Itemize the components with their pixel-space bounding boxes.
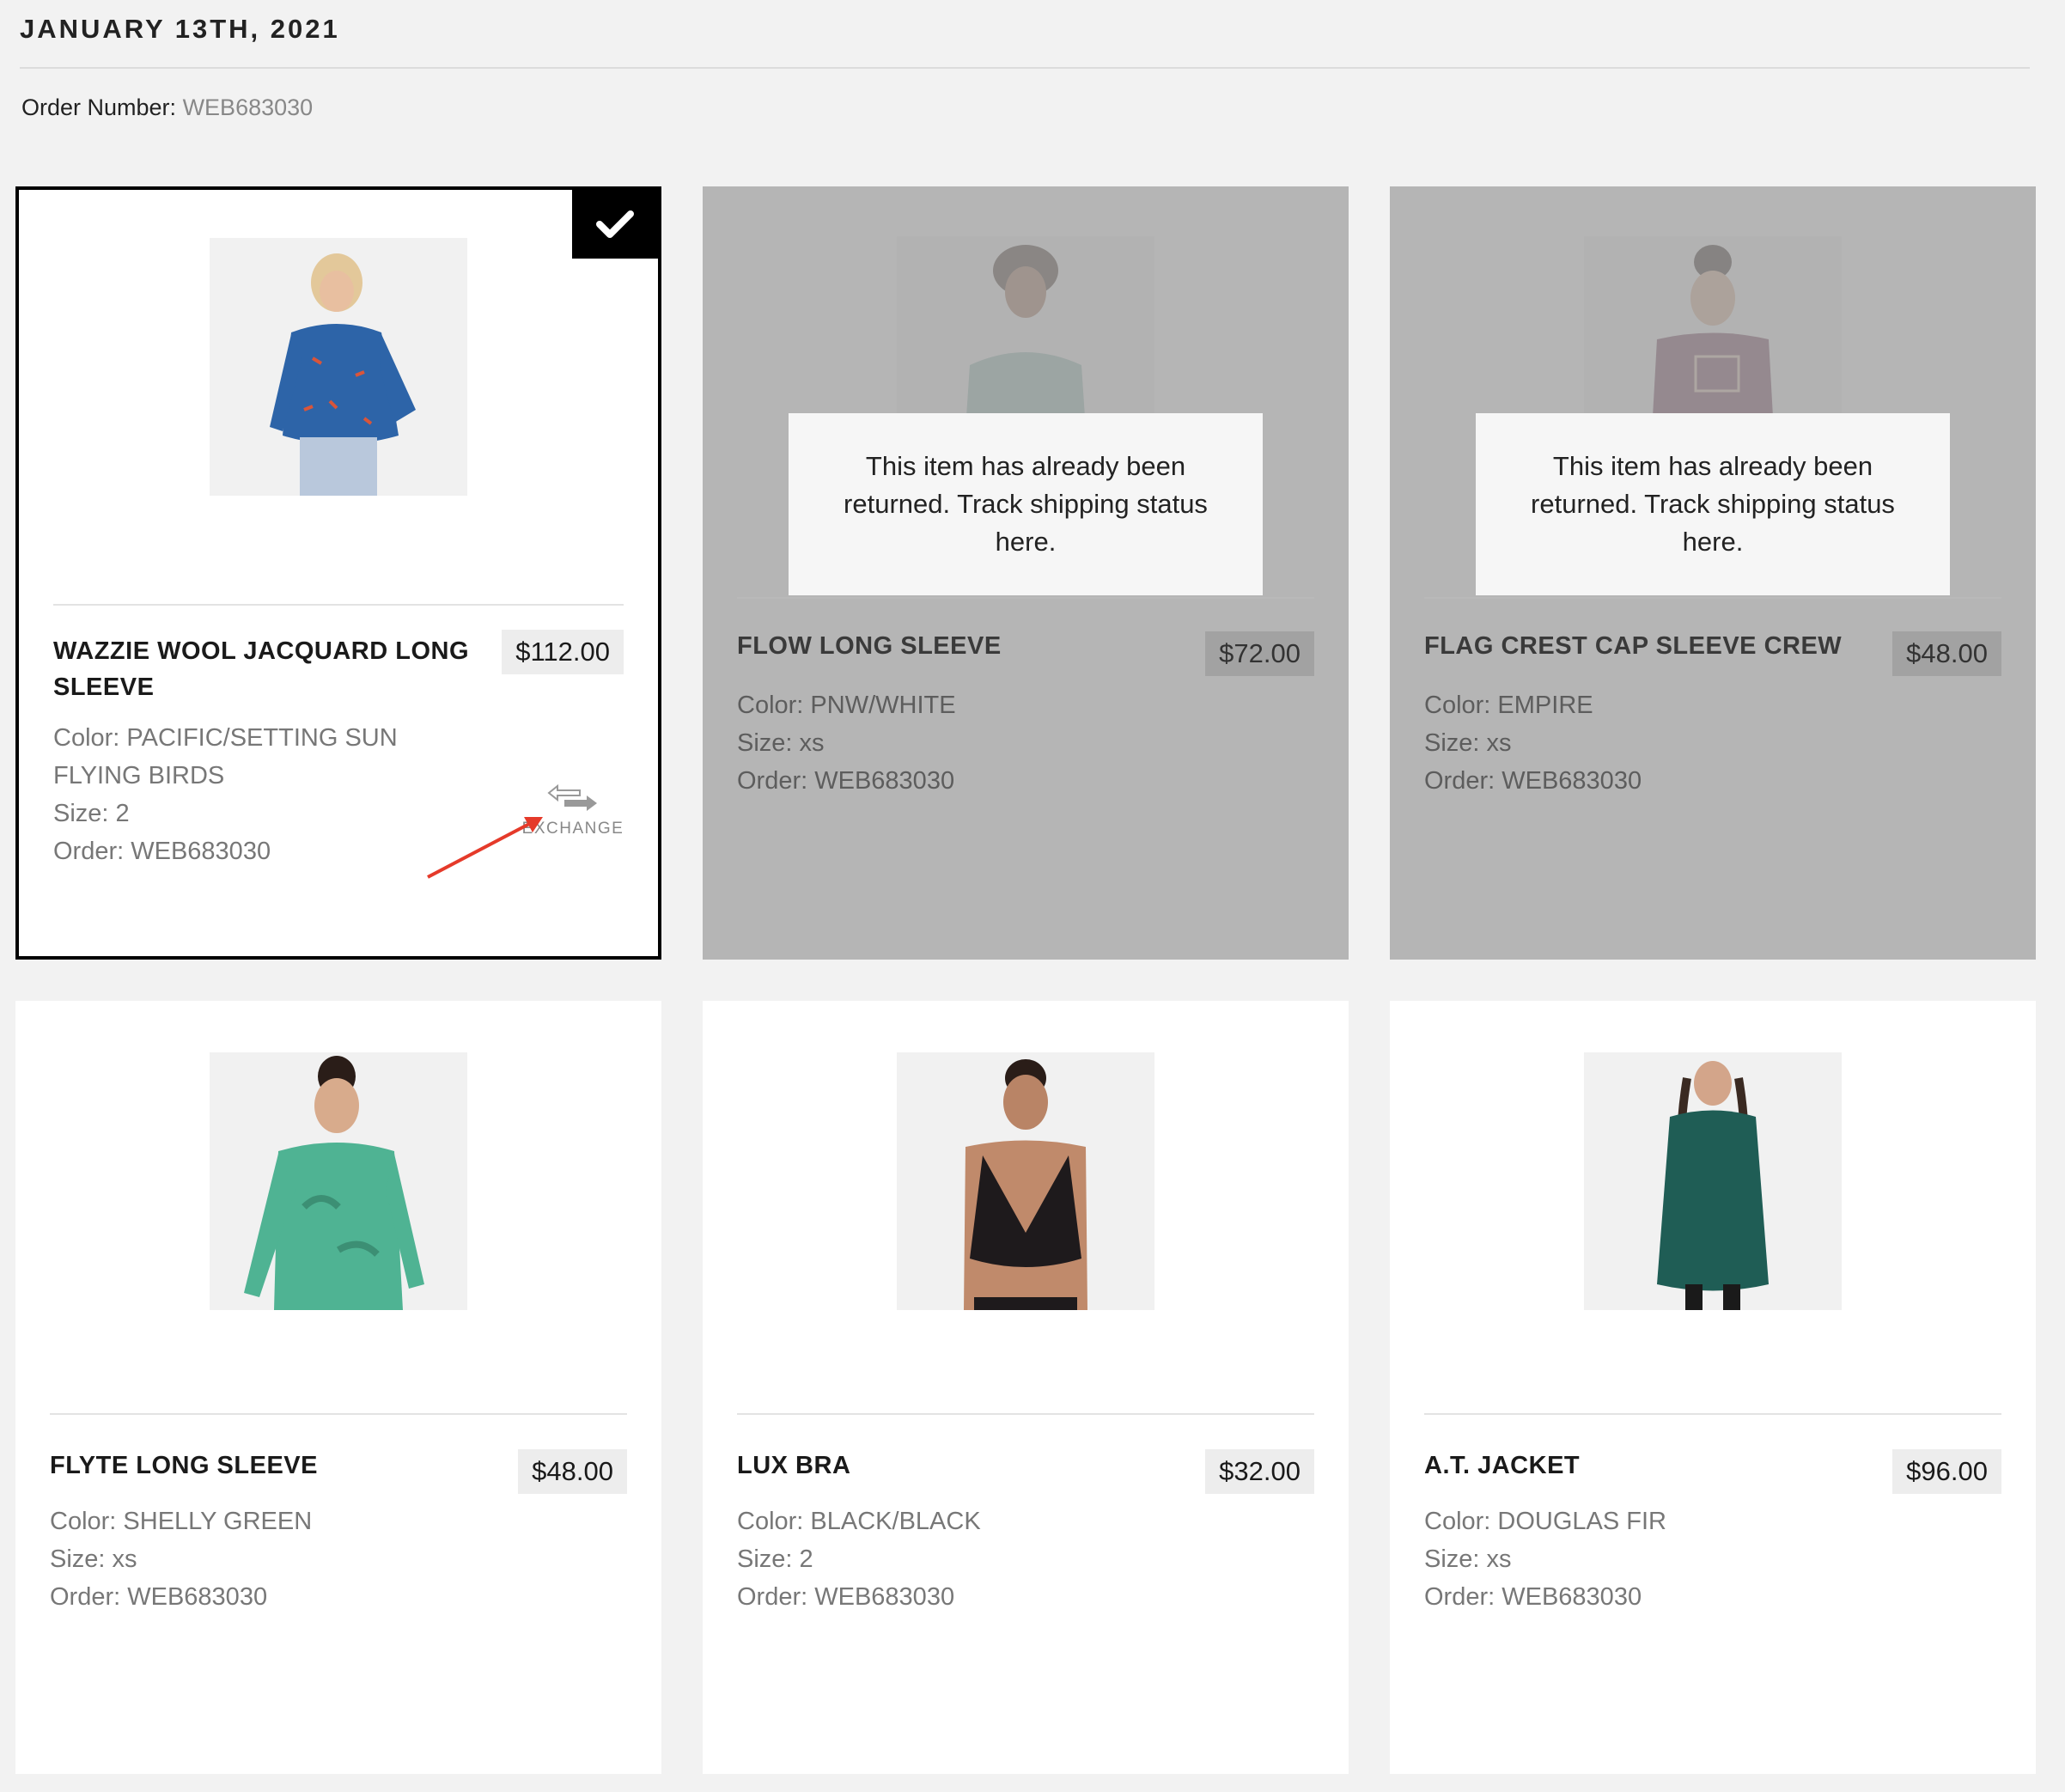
product-order: Order: WEB683030 — [50, 1583, 268, 1611]
product-size: Size: xs — [1424, 1545, 1512, 1573]
returned-notice[interactable]: This item has already been returned. Tra… — [789, 413, 1263, 595]
selected-checkmark-icon[interactable] — [572, 190, 658, 259]
product-order: Order: WEB683030 — [737, 1583, 955, 1611]
product-card-flow[interactable]: This item has already been returned. Tra… — [703, 186, 1349, 960]
product-size: Size: xs — [1424, 729, 1512, 757]
product-color: Color: PNW/WHITE — [737, 692, 956, 719]
product-name: LUX BRA — [737, 1452, 851, 1479]
card-divider — [1424, 1413, 2001, 1415]
product-color: Color: PACIFIC/SETTING SUN FLYING BIRDS — [53, 724, 398, 789]
returned-notice[interactable]: This item has already been returned. Tra… — [1476, 413, 1950, 595]
card-divider — [737, 597, 1314, 599]
product-price: $32.00 — [1205, 1449, 1314, 1494]
product-photo — [210, 1052, 467, 1310]
header-divider — [20, 67, 2030, 69]
product-details: Color: EMPIRE Size: xs Order: WEB683030 — [1424, 686, 1888, 800]
annotation-arrow-icon — [427, 817, 543, 879]
product-color: Color: EMPIRE — [1424, 692, 1593, 719]
product-card-flyte[interactable]: FLYTE LONG SLEEVE $48.00 Color: SHELLY G… — [15, 1001, 661, 1774]
product-name: FLOW LONG SLEEVE — [737, 632, 1002, 660]
product-details: Color: BLACK/BLACK Size: 2 Order: WEB683… — [737, 1502, 1201, 1616]
order-number-label: Order Number: — [21, 94, 183, 120]
product-photo — [1584, 1052, 1842, 1310]
product-name: A.T. JACKET — [1424, 1452, 1581, 1479]
product-photo — [210, 238, 467, 496]
card-divider — [1424, 597, 2001, 599]
product-size: Size: xs — [50, 1545, 137, 1573]
order-number: Order Number: WEB683030 — [21, 94, 313, 121]
product-price: $112.00 — [502, 630, 624, 674]
product-size: Size: xs — [737, 729, 825, 757]
product-price: $48.00 — [518, 1449, 627, 1494]
product-color: Color: DOUGLAS FIR — [1424, 1508, 1666, 1535]
order-number-value: WEB683030 — [182, 94, 314, 120]
product-price: $96.00 — [1892, 1449, 2001, 1494]
card-divider — [53, 604, 624, 606]
product-details: Color: SHELLY GREEN Size: xs Order: WEB6… — [50, 1502, 514, 1616]
product-price: $48.00 — [1892, 631, 2001, 676]
product-name: FLAG CREST CAP SLEEVE CREW — [1424, 632, 1843, 660]
product-card-flag-crest[interactable]: This item has already been returned. Tra… — [1390, 186, 2036, 960]
card-divider — [737, 1413, 1314, 1415]
product-order: Order: WEB683030 — [1424, 767, 1642, 795]
order-date: JANUARY 13TH, 2021 — [20, 14, 340, 44]
product-size: Size: 2 — [737, 1545, 813, 1573]
card-divider — [50, 1413, 627, 1415]
product-card-lux-bra[interactable]: LUX BRA $32.00 Color: BLACK/BLACK Size: … — [703, 1001, 1349, 1774]
product-card-at-jacket[interactable]: A.T. JACKET $96.00 Color: DOUGLAS FIR Si… — [1390, 1001, 2036, 1774]
exchange-arrows-icon — [547, 783, 597, 811]
product-details: Color: DOUGLAS FIR Size: xs Order: WEB68… — [1424, 1502, 1888, 1616]
product-order: Order: WEB683030 — [1424, 1583, 1642, 1611]
product-name: WAZZIE WOOL JACQUARD LONG SLEEVE — [53, 637, 470, 701]
product-card-wazzie[interactable]: WAZZIE WOOL JACQUARD LONG SLEEVE $112.00… — [15, 186, 661, 960]
product-name: FLYTE LONG SLEEVE — [50, 1452, 318, 1479]
product-color: Color: BLACK/BLACK — [737, 1508, 981, 1535]
product-order: Order: WEB683030 — [737, 767, 955, 795]
product-color: Color: SHELLY GREEN — [50, 1508, 313, 1535]
product-photo — [897, 1052, 1154, 1310]
product-details: Color: PNW/WHITE Size: xs Order: WEB6830… — [737, 686, 1201, 800]
product-price: $72.00 — [1205, 631, 1314, 676]
